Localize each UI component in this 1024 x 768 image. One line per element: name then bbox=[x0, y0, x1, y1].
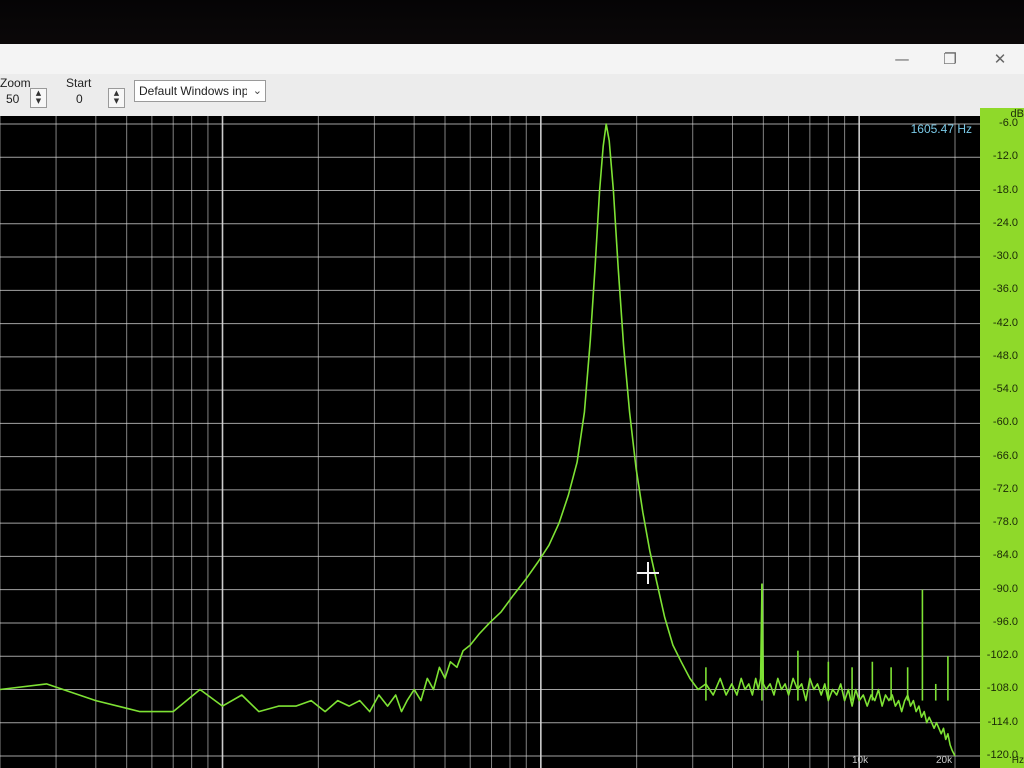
spectrum-svg bbox=[0, 116, 980, 768]
db-tick-label: -78.0 bbox=[992, 516, 1018, 529]
close-icon[interactable]: ✕ bbox=[980, 48, 1020, 70]
frequency-readout: 1605.47 Hz bbox=[910, 122, 972, 136]
zoom-stepper[interactable]: ▲ ▼ bbox=[30, 88, 47, 108]
db-tick-label: -18.0 bbox=[992, 183, 1018, 196]
db-tick-label: -102.0 bbox=[986, 649, 1018, 662]
db-tick-label: -54.0 bbox=[992, 383, 1018, 396]
db-tick-label: -96.0 bbox=[992, 615, 1018, 628]
db-tick-label: -72.0 bbox=[992, 482, 1018, 495]
db-tick-label: -12.0 bbox=[992, 150, 1018, 163]
db-tick-label: -36.0 bbox=[992, 283, 1018, 296]
title-bar: — ❐ ✕ bbox=[0, 44, 1024, 74]
db-tick-label: -30.0 bbox=[992, 250, 1018, 263]
db-tick-label: -24.0 bbox=[992, 216, 1018, 229]
db-tick-label: -6.0 bbox=[999, 117, 1018, 129]
zoom-label: Zoom bbox=[0, 76, 31, 90]
db-tick-label: -60.0 bbox=[992, 416, 1018, 429]
x-tick-label-10k: 10k bbox=[852, 755, 869, 766]
db-tick-label: -120.0 bbox=[986, 749, 1018, 761]
db-scale: dB Hz -6.0 -12.0 -18.0 -24.0 -30.0 -36.0 -42.0… bbox=[980, 108, 1024, 768]
spectrum-analyzer-window: — ❐ ✕ Zoom 50 ▲ ▼ Start 0 ▲ ▼ Default Wind… bbox=[0, 44, 1024, 768]
db-tick-label: -48.0 bbox=[992, 349, 1018, 362]
chevron-down-icon: ⌄ bbox=[252, 84, 262, 97]
spectrum-trace bbox=[0, 123, 956, 757]
x-tick-label-20k: 20k bbox=[936, 755, 953, 766]
db-tick-label: -90.0 bbox=[992, 582, 1018, 595]
db-tick-label: -114.0 bbox=[987, 715, 1018, 728]
minimize-icon[interactable]: — bbox=[882, 48, 922, 70]
start-value[interactable]: 0 bbox=[76, 92, 83, 106]
db-tick-label: -108.0 bbox=[986, 682, 1018, 695]
input-device-value: Default Windows inp bbox=[139, 84, 247, 98]
start-stepper[interactable]: ▲ ▼ bbox=[108, 88, 125, 108]
start-label: Start bbox=[66, 76, 92, 90]
db-tick-label: -84.0 bbox=[992, 549, 1018, 562]
db-tick-label: -42.0 bbox=[992, 316, 1018, 329]
spectrum-plot[interactable]: 1605.47 Hz 10k 20k bbox=[0, 116, 980, 768]
crosshair-cursor-icon bbox=[637, 562, 659, 584]
db-tick-label: -66.0 bbox=[992, 449, 1018, 462]
zoom-value[interactable]: 50 bbox=[6, 92, 19, 106]
restore-icon[interactable]: ❐ bbox=[930, 48, 970, 70]
toolbar: Zoom 50 ▲ ▼ Start 0 ▲ ▼ Default Windows in… bbox=[0, 74, 1024, 117]
input-device-select[interactable]: Default Windows inp ⌄ bbox=[134, 80, 266, 102]
monitor-bezel bbox=[0, 0, 1024, 48]
